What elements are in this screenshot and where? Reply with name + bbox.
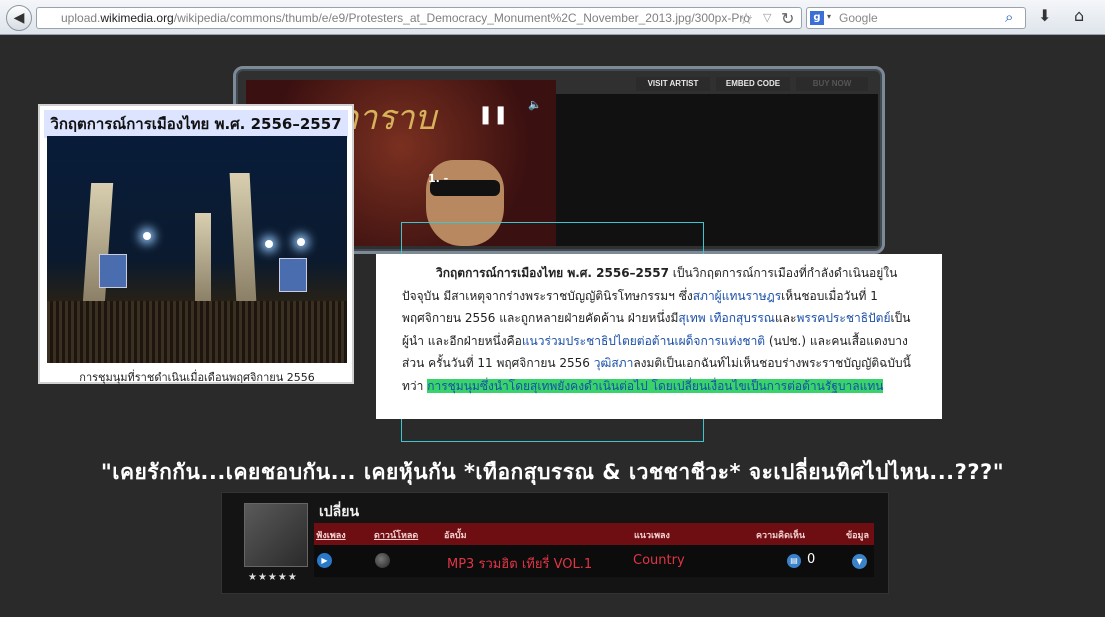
col-download[interactable]: ดาวน์โหลด bbox=[374, 528, 418, 542]
col-listen[interactable]: ฟังเพลง bbox=[316, 528, 346, 542]
comment-icon[interactable]: ▤ bbox=[787, 554, 801, 568]
genre-name[interactable]: Country bbox=[633, 553, 685, 568]
monument-center bbox=[195, 213, 211, 303]
page-headline: "เคยรักกัน...เคยชอบกัน... เคยหุ้นกัน *เท… bbox=[100, 460, 1005, 484]
infobox-photo bbox=[47, 136, 347, 363]
stage-screen-left bbox=[99, 254, 127, 288]
search-engine-label: Google bbox=[839, 11, 878, 25]
song-row: ▶ MP3 รวมฮิต เทียรี่ VOL.1 Country ▤ 0 ▼ bbox=[314, 545, 874, 577]
infobox-caption: การชุมนุมที่ราชดำเนินเมื่อเดือนพฤศจิกายน… bbox=[79, 371, 315, 384]
search-icon[interactable]: ⌕ bbox=[1005, 8, 1013, 26]
monument-wing-right bbox=[229, 173, 257, 303]
link-democrat-party[interactable]: พรรคประชาธิปัตย์ bbox=[796, 311, 890, 325]
visit-artist-button[interactable]: VISIT ARTIST bbox=[636, 77, 710, 91]
col-comments: ความคิดเห็น bbox=[756, 531, 806, 541]
url-text[interactable]: upload.wikimedia.org/wikipedia/commons/t… bbox=[61, 11, 751, 25]
page-content: ดาราบ 1. - ❚❚ 🔈 VISIT ARTIST EMBED CODE … bbox=[0, 36, 1105, 617]
download-disc-icon[interactable] bbox=[375, 553, 390, 568]
infobox-title: วิกฤตการณ์การเมืองไทย พ.ศ. 2556–2557 bbox=[44, 110, 348, 138]
infobox: วิกฤตการณ์การเมืองไทย พ.ศ. 2556–2557 การ… bbox=[38, 104, 354, 384]
home-icon[interactable]: ⌂ bbox=[1074, 6, 1084, 25]
star-icon[interactable]: ☆ bbox=[739, 9, 753, 28]
back-icon[interactable]: ◀ bbox=[6, 5, 32, 31]
article-paragraph: วิกฤตการณ์การเมืองไทย พ.ศ. 2556–2557 เป็… bbox=[376, 254, 942, 419]
link-udd[interactable]: แนวร่วมประชาธิปไตยต่อต้านเผด็จการแห่งชาต… bbox=[522, 334, 765, 348]
album-name[interactable]: MP3 รวมฮิต เทียรี่ VOL.1 bbox=[447, 553, 592, 574]
link-house-of-representatives[interactable]: สภาผู้แทนราษฎร bbox=[693, 289, 781, 303]
comment-count: 0 bbox=[807, 552, 816, 567]
col-album: อัลบั้ม bbox=[444, 531, 467, 541]
volume-icon[interactable]: 🔈 bbox=[528, 98, 542, 111]
track-label: 1. - bbox=[428, 172, 449, 185]
col-info: ข้อมูล bbox=[846, 531, 870, 541]
link-senate[interactable]: วุฒิสภา bbox=[594, 356, 634, 370]
stage-light bbox=[265, 240, 273, 248]
search-box[interactable]: g ▾ Google ⌕ bbox=[806, 7, 1026, 29]
widget-header: ฟังเพลง ดาวน์โหลด อัลบั้ม แนวเพลง ความคิ… bbox=[314, 523, 874, 545]
music-widget: ★★★★★ เปลี่ยน ฟังเพลง ดาวน์โหลด อัลบั้ม … bbox=[221, 492, 889, 594]
stage-screen-right bbox=[279, 258, 307, 292]
address-bar[interactable]: upload.wikimedia.org/wikipedia/commons/t… bbox=[36, 7, 802, 29]
album-cover[interactable] bbox=[244, 503, 308, 567]
download-icon[interactable]: ⬇ bbox=[1038, 6, 1051, 25]
rating-stars[interactable]: ★★★★★ bbox=[248, 572, 298, 583]
crowd bbox=[47, 301, 347, 363]
highlighted-link[interactable]: การชุมนุมซึ่งนำโดยสุเทพยังคงดำเนินต่อไป … bbox=[427, 378, 884, 393]
google-icon[interactable]: g bbox=[810, 11, 824, 25]
play-icon[interactable]: ▶ bbox=[317, 553, 332, 568]
info-icon[interactable]: ▼ bbox=[852, 554, 867, 569]
col-genre: แนวเพลง bbox=[634, 531, 670, 541]
reload-icon[interactable]: ↻ bbox=[781, 9, 794, 28]
buy-now-button[interactable]: BUY NOW bbox=[796, 77, 868, 91]
embed-code-button[interactable]: EMBED CODE bbox=[716, 77, 790, 91]
link-suthep[interactable]: สุเทพ เทือกสุบรรณ bbox=[678, 311, 775, 325]
pause-icon[interactable]: ❚❚ bbox=[478, 104, 508, 125]
article-lead: วิกฤตการณ์การเมืองไทย พ.ศ. 2556–2557 bbox=[436, 266, 669, 280]
dropdown-icon[interactable]: ▽ bbox=[763, 11, 771, 24]
stage-light bbox=[297, 238, 305, 246]
browser-toolbar: ◀ upload.wikimedia.org/wikipedia/commons… bbox=[0, 0, 1105, 35]
stage-light bbox=[143, 232, 151, 240]
song-title: เปลี่ยน bbox=[319, 504, 360, 520]
engine-dropdown-icon[interactable]: ▾ bbox=[827, 12, 831, 21]
